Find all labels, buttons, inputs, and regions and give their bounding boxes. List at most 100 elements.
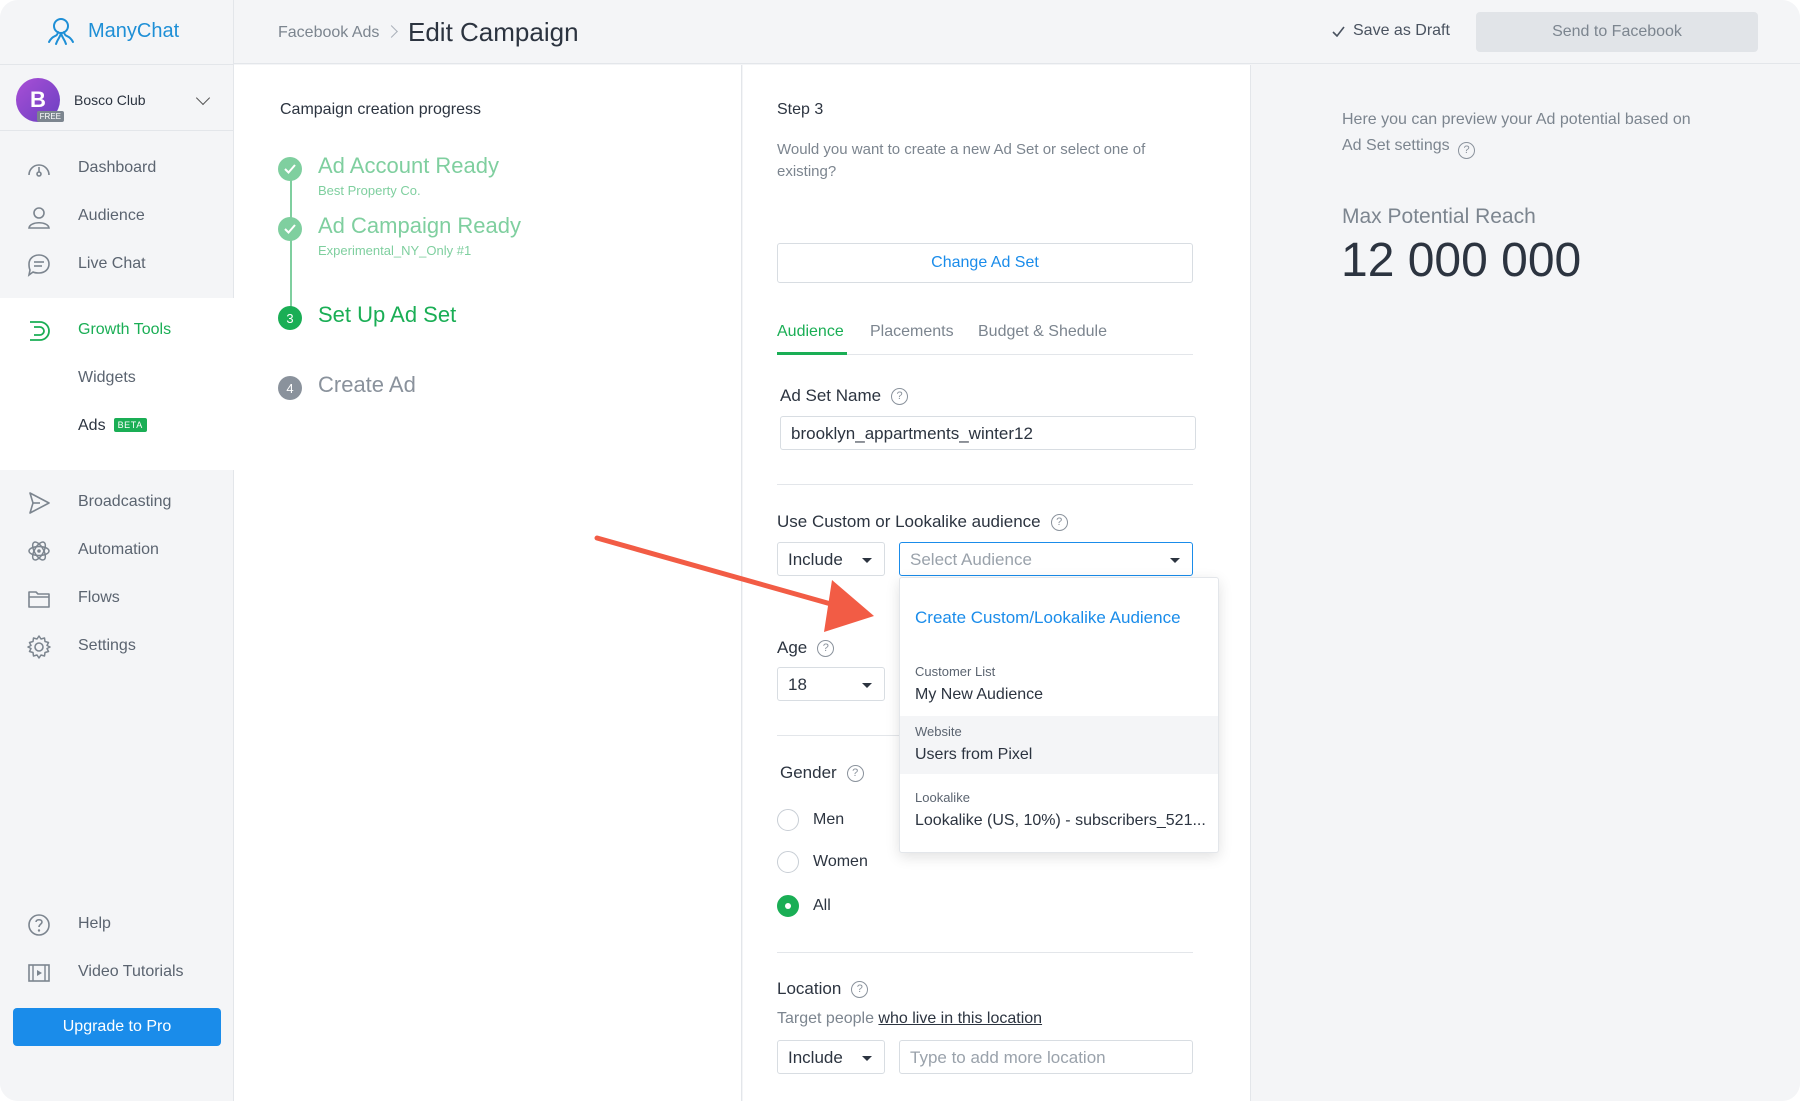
save-draft-button[interactable]: Save as Draft xyxy=(1332,22,1450,40)
sidebar-item-video-tutorials[interactable]: Video Tutorials xyxy=(0,952,234,992)
location-label: Location xyxy=(777,979,842,998)
tab-audience[interactable]: Audience xyxy=(777,323,844,341)
audience-dropdown-menu: Create Custom/Lookalike Audience Custome… xyxy=(899,577,1219,853)
sidebar-item-label: Audience xyxy=(78,207,145,224)
growth-tools-section: Growth Tools Widgets Ads BETA xyxy=(0,298,234,470)
dropdown-option[interactable]: Lookalike Lookalike (US, 10%) - subscrib… xyxy=(900,782,1218,840)
beta-badge: BETA xyxy=(113,418,147,432)
gender-radio-women[interactable]: Women xyxy=(777,851,868,873)
change-ad-set-button[interactable]: Change Ad Set xyxy=(777,243,1193,283)
gender-radio-all[interactable]: All xyxy=(777,895,831,917)
page-title: Edit Campaign xyxy=(408,17,579,47)
dropdown-option[interactable]: Customer List My New Audience xyxy=(900,656,1218,714)
manychat-logo-icon xyxy=(48,18,74,45)
breadcrumb-facebook-ads[interactable]: Facebook Ads xyxy=(278,24,379,42)
send-to-facebook-button[interactable]: Send to Facebook xyxy=(1476,12,1758,52)
gender-label: Gender xyxy=(780,763,837,782)
sidebar-item-automation[interactable]: Automation xyxy=(0,530,234,570)
film-icon xyxy=(28,964,50,982)
audience-include-select[interactable]: Include xyxy=(777,542,885,576)
radio-label: All xyxy=(813,897,831,914)
location-label-row: Location ? xyxy=(777,979,869,999)
location-mode-link[interactable]: who live in this location xyxy=(878,1010,1042,1027)
option-value: My New Audience xyxy=(915,686,1044,703)
sidebar-item-label: Live Chat xyxy=(78,255,146,272)
option-category: Lookalike xyxy=(915,790,970,805)
tab-budget-schedule[interactable]: Budget & Shedule xyxy=(978,323,1107,341)
top-header: Facebook Ads Edit Campaign Save as Draft… xyxy=(234,0,1800,64)
location-input[interactable]: Type to add more location xyxy=(899,1040,1193,1074)
sidebar-item-settings[interactable]: Settings xyxy=(0,626,234,666)
sidebar-item-label: Ads xyxy=(78,417,106,434)
help-icon xyxy=(28,914,50,936)
location-include-select[interactable]: Include xyxy=(777,1040,885,1074)
preview-description-text: Here you can preview your Ad potential b… xyxy=(1342,111,1691,154)
step-number: 3 xyxy=(278,306,302,330)
account-name: Bosco Club xyxy=(74,92,146,108)
create-custom-audience-option[interactable]: Create Custom/Lookalike Audience xyxy=(915,608,1181,628)
sidebar-item-dashboard[interactable]: Dashboard xyxy=(0,148,234,188)
caret-down-icon xyxy=(862,683,872,688)
sidebar-item-widgets[interactable]: Widgets xyxy=(0,358,234,398)
adset-name-input[interactable]: brooklyn_appartments_winter12 xyxy=(780,416,1196,450)
location-hint: Target people who live in this location xyxy=(777,1010,1042,1028)
save-draft-label: Save as Draft xyxy=(1353,22,1450,39)
help-icon[interactable]: ? xyxy=(891,387,909,405)
radio-label: Women xyxy=(813,853,868,870)
help-icon[interactable]: ? xyxy=(846,764,864,782)
dropdown-option[interactable]: Website Users from Pixel xyxy=(900,716,1218,774)
gender-label-row: Gender ? xyxy=(780,763,864,783)
step-title: Ad Campaign Ready xyxy=(318,213,522,238)
sidebar-item-help[interactable]: Help xyxy=(0,904,234,944)
sidebar-item-label: Growth Tools xyxy=(78,321,172,338)
app-window: ManyChat B FREE Bosco Club Dashboard Aud… xyxy=(0,0,1800,1101)
location-hint-prefix: Target people xyxy=(777,1010,874,1027)
tab-placements[interactable]: Placements xyxy=(870,323,954,341)
age-min-select[interactable]: 18 xyxy=(777,667,885,701)
step-heading: Step 3 xyxy=(777,101,824,118)
logo[interactable]: ManyChat xyxy=(44,14,179,48)
sidebar-item-ads-label: Ads BETA xyxy=(78,417,147,435)
sidebar-item-label: Video Tutorials xyxy=(78,963,184,980)
avatar-initial: B xyxy=(30,87,46,112)
gender-radio-men[interactable]: Men xyxy=(777,809,844,831)
sidebar-item-label: Widgets xyxy=(78,369,136,386)
sidebar-item-live-chat[interactable]: Live Chat xyxy=(0,244,234,284)
account-switcher[interactable]: B FREE Bosco Club xyxy=(16,76,226,124)
select-audience-dropdown[interactable]: Select Audience xyxy=(899,542,1193,576)
sidebar-item-growth-tools[interactable]: Growth Tools xyxy=(0,310,234,350)
adset-name-label: Ad Set Name xyxy=(780,386,882,405)
option-category: Website xyxy=(915,724,962,739)
step-title: Set Up Ad Set xyxy=(318,302,457,327)
user-icon xyxy=(28,207,50,229)
step-title: Create Ad xyxy=(318,372,416,397)
radio-label: Men xyxy=(813,811,845,828)
sidebar-item-ads[interactable]: Ads BETA xyxy=(0,406,234,446)
growth-tools-icon xyxy=(30,321,50,341)
sidebar-item-broadcasting[interactable]: Broadcasting xyxy=(0,482,234,522)
sidebar-item-flows[interactable]: Flows xyxy=(0,578,234,618)
campaign-progress-panel: Campaign creation progress Ad Account Re… xyxy=(234,65,742,1101)
upgrade-button[interactable]: Upgrade to Pro xyxy=(13,1008,221,1046)
app-name: ManyChat xyxy=(88,19,180,42)
caret-down-icon xyxy=(1170,558,1180,563)
check-icon xyxy=(1332,26,1345,37)
radio-button xyxy=(777,809,799,831)
chevron-down-icon xyxy=(195,90,211,106)
custom-audience-label: Use Custom or Lookalike audience xyxy=(777,512,1041,531)
sidebar-item-label: Dashboard xyxy=(78,159,157,176)
step-subtitle: Best Property Co. xyxy=(318,183,421,198)
help-icon[interactable]: ? xyxy=(1458,141,1476,159)
step-description: Would you want to create a new Ad Set or… xyxy=(777,141,1146,180)
sidebar-item-label: Automation xyxy=(78,541,159,558)
divider xyxy=(777,952,1193,953)
help-icon[interactable]: ? xyxy=(851,980,869,998)
help-icon[interactable]: ? xyxy=(817,639,835,657)
gear-icon xyxy=(27,635,51,659)
help-icon[interactable]: ? xyxy=(1050,513,1068,531)
option-value: Users from Pixel xyxy=(915,746,1033,763)
sidebar-item-audience[interactable]: Audience xyxy=(0,196,234,236)
progress-title: Campaign creation progress xyxy=(280,101,481,118)
select-placeholder: Select Audience xyxy=(910,550,1032,569)
active-tab-indicator xyxy=(777,352,847,355)
